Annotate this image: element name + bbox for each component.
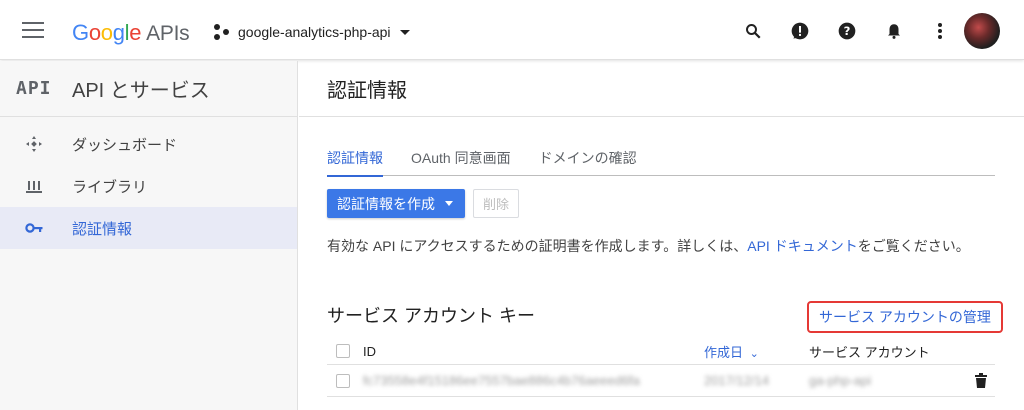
column-header-date[interactable]: 作成日 ⌄ [704, 342, 809, 361]
more-vert-icon[interactable] [928, 19, 952, 43]
logo-letter: e [129, 20, 142, 45]
sidebar-item-library[interactable]: ライブラリ [0, 165, 297, 207]
help-icon[interactable]: ? [835, 19, 859, 43]
sidebar-header: API API とサービス [0, 61, 297, 117]
create-credentials-label: 認証情報を作成 [337, 195, 435, 212]
logo-letter: G [72, 20, 89, 45]
library-icon [24, 176, 44, 196]
section-title: サービス アカウント キー [327, 306, 536, 326]
tab-bar: 認証情報 OAuth 同意画面 ドメインの確認 [327, 143, 995, 177]
description-after: をご覧ください。 [857, 238, 970, 254]
key-icon [24, 218, 44, 238]
sidebar-title: API とサービス [72, 80, 210, 102]
dashboard-icon [24, 134, 44, 154]
top-app-bar: Google APIs google-analytics-php-api ? [0, 0, 1024, 60]
key-id: fc73558e4f15186ee7557bae886c4b76aeeed6fa [363, 373, 640, 388]
google-apis-logo[interactable]: Google APIs [72, 20, 190, 46]
alert-icon[interactable] [788, 19, 812, 43]
column-header-account: サービス アカウント [809, 344, 930, 360]
api-docs-link[interactable]: API ドキュメント [747, 238, 857, 254]
table-header-row: ID 作成日 ⌄ サービス アカウント [327, 338, 995, 365]
chevron-down-icon [399, 29, 410, 35]
trash-icon[interactable] [975, 373, 987, 391]
chevron-down-icon [445, 201, 453, 206]
row-checkbox[interactable] [336, 373, 350, 388]
tab-credentials[interactable]: 認証情報 [327, 143, 383, 177]
sort-arrow-icon: ⌄ [749, 347, 759, 360]
svg-text:?: ? [844, 24, 851, 38]
notifications-icon[interactable] [882, 19, 906, 43]
tab-domain-verification[interactable]: ドメインの確認 [539, 143, 637, 175]
table-row: fc73558e4f15186ee7557bae886c4b76aeeed6fa… [327, 365, 995, 397]
sidebar-item-credentials[interactable]: 認証情報 [0, 207, 297, 249]
service-account: ga-php-api [809, 373, 872, 388]
logo-letter: g [112, 20, 125, 45]
sidebar-item-label: ライブラリ [72, 178, 148, 196]
project-selector[interactable]: google-analytics-php-api [213, 22, 410, 42]
project-icon [213, 23, 231, 41]
logo-letter: o [100, 20, 113, 45]
avatar[interactable] [964, 13, 1000, 49]
delete-button[interactable]: 削除 [473, 189, 520, 218]
created-date: 2017/12/14 [704, 373, 770, 388]
main-content: 認証情報 認証情報 OAuth 同意画面 ドメインの確認 認証情報を作成 削除 … [299, 61, 1024, 410]
manage-service-accounts-link[interactable]: サービス アカウントの管理 [807, 301, 1003, 333]
select-all-checkbox[interactable] [336, 344, 350, 358]
project-name: google-analytics-php-api [238, 24, 391, 40]
sidebar-item-label: ダッシュボード [72, 136, 178, 154]
sidebar-item-dashboard[interactable]: ダッシュボード [0, 123, 297, 165]
api-logo: API [16, 78, 52, 99]
description-before: 有効な API にアクセスするための証明書を作成します。詳しくは、 [327, 238, 748, 254]
service-account-keys-table: ID 作成日 ⌄ サービス アカウント fc73558e4f15186ee755… [327, 338, 995, 397]
column-header-id: ID [363, 343, 376, 359]
tab-oauth-consent[interactable]: OAuth 同意画面 [411, 143, 511, 175]
logo-suffix: APIs [146, 22, 190, 45]
sidebar: API API とサービス ダッシュボード ライブラリ 認証情報 [0, 61, 298, 410]
sidebar-item-label: 認証情報 [72, 220, 133, 238]
search-icon[interactable] [741, 19, 765, 43]
menu-icon[interactable] [22, 22, 44, 38]
column-header-date-label: 作成日 [704, 344, 744, 360]
page-title: 認証情報 [299, 61, 1024, 117]
description-text: 有効な API にアクセスするための証明書を作成します。詳しくは、API ドキュ… [327, 236, 970, 256]
sidebar-nav: ダッシュボード ライブラリ 認証情報 [0, 117, 297, 249]
logo-letter: o [88, 20, 101, 45]
create-credentials-button[interactable]: 認証情報を作成 [327, 189, 465, 218]
